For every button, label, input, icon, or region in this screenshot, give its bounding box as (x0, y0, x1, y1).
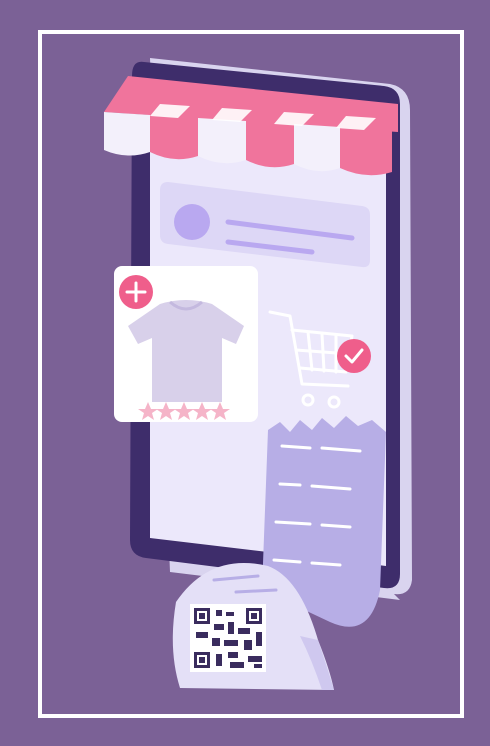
qr-code-icon (190, 604, 266, 672)
shopping-illustration (104, 58, 412, 690)
avatar (174, 204, 210, 240)
product-card (114, 266, 258, 422)
plus-icon (119, 275, 153, 309)
check-icon (337, 339, 371, 373)
illustration-frame (0, 0, 490, 746)
